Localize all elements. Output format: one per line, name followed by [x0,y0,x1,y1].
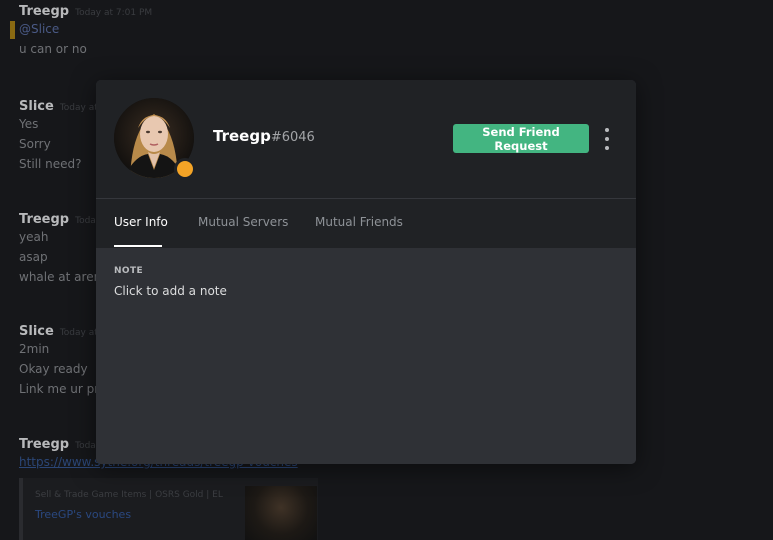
user-profile-modal: Treegp#6046 Send Friend Request User Inf… [96,80,636,464]
avatar [114,98,196,180]
active-tab-indicator [114,245,162,247]
message-timestamp: Today at [59,103,98,113]
tab-mutual-friends[interactable]: Mutual Friends [315,215,403,229]
chat-message: Slice Today at Yes Sorry Still need? [19,95,98,174]
profile-username: Treegp#6046 [213,127,315,145]
message-line: Link me ur pro [19,382,107,396]
embed-provider: Sell & Trade Game Items | OSRS Gold | EL [35,490,223,500]
tab-user-info[interactable]: User Info [114,215,168,229]
note-input[interactable]: Click to add a note [114,284,227,298]
discriminator: #6046 [270,130,315,145]
message-line: 2min [19,342,50,356]
profile-tabs: User Info Mutual Servers Mutual Friends [96,199,636,248]
embed-title[interactable]: TreeGP's vouches [35,508,131,521]
mention-highlight [10,21,15,39]
user-mention[interactable]: @Slice [19,22,59,36]
message-line: Sorry [19,137,51,151]
message-author[interactable]: Treegp [19,212,69,227]
chat-message: Slice Today at 2min Okay ready Link me ur… [19,320,106,399]
profile-header: Treegp#6046 Send Friend Request [96,80,636,199]
message-author[interactable]: Treegp [19,4,69,19]
message-author[interactable]: Slice [19,99,54,114]
message-line: u can or no [19,42,87,56]
link-embed: Sell & Trade Game Items | OSRS Gold | EL… [19,478,318,540]
username-text: Treegp [213,127,271,145]
message-line: Okay ready [19,362,88,376]
tab-mutual-servers[interactable]: Mutual Servers [198,215,288,229]
note-label: NOTE [114,266,144,276]
message-timestamp: Today at 7:01 PM [75,8,153,18]
embed-thumbnail[interactable] [245,486,317,540]
message-line: Still need? [19,157,82,171]
message-author[interactable]: Treegp [19,437,69,452]
send-friend-request-button[interactable]: Send Friend Request [453,124,589,153]
chat-message: Treegp Today at 7:01 PM @Slice u can or n… [19,0,152,59]
message-line: Yes [19,117,39,131]
user-info-panel: NOTE Click to add a note [96,248,636,464]
message-author[interactable]: Slice [19,324,54,339]
status-badge [174,158,196,180]
kebab-icon[interactable] [600,128,614,150]
message-timestamp: Today at [59,328,98,338]
